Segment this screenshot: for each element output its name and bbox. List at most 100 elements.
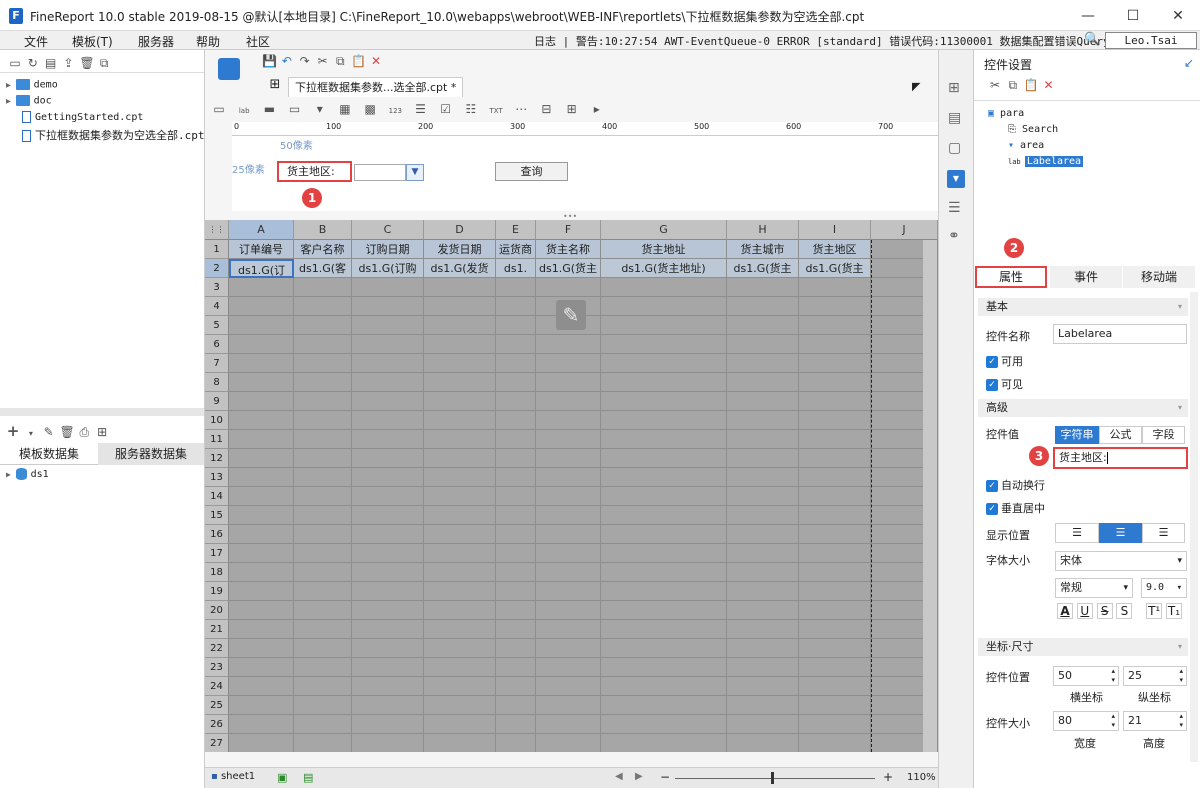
column-header-e[interactable]: E [496,220,536,240]
param-label-area[interactable]: 货主地区: [277,161,352,182]
grid-cell[interactable] [496,468,536,487]
grid-cell[interactable] [799,563,871,582]
column-header-a[interactable]: A [229,220,294,240]
grid-cell[interactable] [727,620,799,639]
grid-cell[interactable] [536,582,601,601]
column-header-i[interactable]: I [799,220,871,240]
add-poly-sheet-icon[interactable]: ▤ [303,771,313,784]
row-header[interactable]: 10 [205,411,229,430]
column-header-g[interactable]: G [601,220,727,240]
cell-g1[interactable]: 货主地址 [601,240,727,259]
grid-cell[interactable] [424,582,496,601]
grid-cell[interactable] [229,525,294,544]
corner-cell[interactable]: ⋮⋮ [205,220,229,240]
grid-cell[interactable] [352,639,424,658]
grid-cell[interactable] [424,734,496,752]
grid-cell[interactable] [496,620,536,639]
grid-cell[interactable] [601,525,727,544]
grid-cell[interactable] [294,582,352,601]
shadow-icon[interactable]: S [1116,603,1133,619]
grid-cell[interactable] [424,639,496,658]
grid-cell[interactable] [536,525,601,544]
condition-icon[interactable]: ☰ [948,200,961,216]
row-header[interactable]: 15 [205,506,229,525]
tab-menu-icon[interactable]: ◤ [912,80,920,93]
new-folder-icon[interactable]: ▭ [8,56,22,70]
delete-icon[interactable]: ✕ [1041,78,1055,92]
grid-cell[interactable] [727,373,799,392]
row-header[interactable]: 21 [205,620,229,639]
cell-c2[interactable]: ds1.G(订购 [352,259,424,278]
tab-template[interactable]: 下拉框数据集参数...选全部.cpt * [288,77,464,97]
font-name-select[interactable]: 宋体 ▾ [1055,551,1187,571]
grid-cell[interactable] [799,487,871,506]
grid-cell[interactable] [229,544,294,563]
grid-cell[interactable] [496,297,536,316]
grid-cell[interactable] [536,696,601,715]
grid-cell[interactable] [601,715,727,734]
font-size-select[interactable]: 9.0 ▾ [1141,578,1187,598]
delete-icon[interactable]: 🗑 [79,56,94,70]
row-header[interactable]: 26 [205,715,229,734]
grid-cell[interactable] [352,506,424,525]
row-header[interactable]: 11 [205,430,229,449]
open-icon[interactable]: ▤ [44,56,58,70]
chevron-down-icon[interactable]: ▾ [24,427,38,441]
grid-cell[interactable] [229,601,294,620]
grid-cell[interactable] [601,734,727,752]
chevron-down-icon[interactable]: ▼ [406,164,424,181]
sheet-tab[interactable]: ▪ sheet1 [211,771,255,782]
grid-cell[interactable] [424,430,496,449]
row-header[interactable]: 5 [205,316,229,335]
widget-more-icon[interactable]: ▸ [590,102,604,116]
grid-cell[interactable] [294,354,352,373]
grid-cell[interactable] [229,563,294,582]
grid-cell[interactable] [536,639,601,658]
row-header[interactable]: 18 [205,563,229,582]
copy-icon[interactable]: ⧉ [1006,78,1020,92]
row-header[interactable]: 17 [205,544,229,563]
grid-cell[interactable] [601,620,727,639]
maximize-button[interactable]: ☐ [1120,6,1146,26]
grid-cell[interactable] [601,487,727,506]
grid-cell[interactable] [536,392,601,411]
grid-cell[interactable] [352,411,424,430]
menu-help[interactable]: 帮助 [196,33,220,50]
grid-cell[interactable] [536,620,601,639]
scroll-left-icon[interactable]: ◀ [615,771,623,782]
grid-cell[interactable] [799,373,871,392]
grid-cell[interactable] [799,316,871,335]
grid-cell[interactable] [352,677,424,696]
grid-cell[interactable] [294,316,352,335]
value-type-field[interactable]: 字段 [1142,426,1185,444]
grid-cell[interactable] [496,601,536,620]
grid-cell[interactable] [496,639,536,658]
grid-cell[interactable] [727,392,799,411]
grid-cell[interactable] [727,468,799,487]
pin-icon[interactable]: ↙ [1184,56,1194,70]
grid-cell[interactable] [229,506,294,525]
grid-cell[interactable] [496,278,536,297]
close-button[interactable]: ✕ [1165,6,1191,26]
row-header[interactable]: 27 [205,734,229,752]
column-header-d[interactable]: D [424,220,496,240]
grid-cell[interactable] [799,544,871,563]
row-header[interactable]: 22 [205,639,229,658]
scroll-right-icon[interactable]: ▶ [635,771,643,782]
align-left-icon[interactable]: ☰ [1055,523,1099,543]
cell-attr-icon[interactable]: ▤ [948,110,961,126]
widget-checkgroup-icon[interactable]: ☷ [464,102,478,116]
grid-cell[interactable] [536,715,601,734]
grid-cell[interactable] [536,601,601,620]
grid-cell[interactable] [727,411,799,430]
grid-cell[interactable] [799,468,871,487]
grid-cell[interactable] [294,601,352,620]
grid-cell[interactable] [601,468,727,487]
menu-community[interactable]: 社区 [246,33,270,50]
grid-cell[interactable] [601,582,727,601]
tab-server-dataset[interactable]: 服务器数据集 [98,443,204,465]
widget-textarea-icon[interactable]: TXT [489,104,503,118]
grid-cell[interactable] [424,449,496,468]
widget-text-icon[interactable]: ▭ [288,102,302,116]
grid-cell[interactable] [352,696,424,715]
